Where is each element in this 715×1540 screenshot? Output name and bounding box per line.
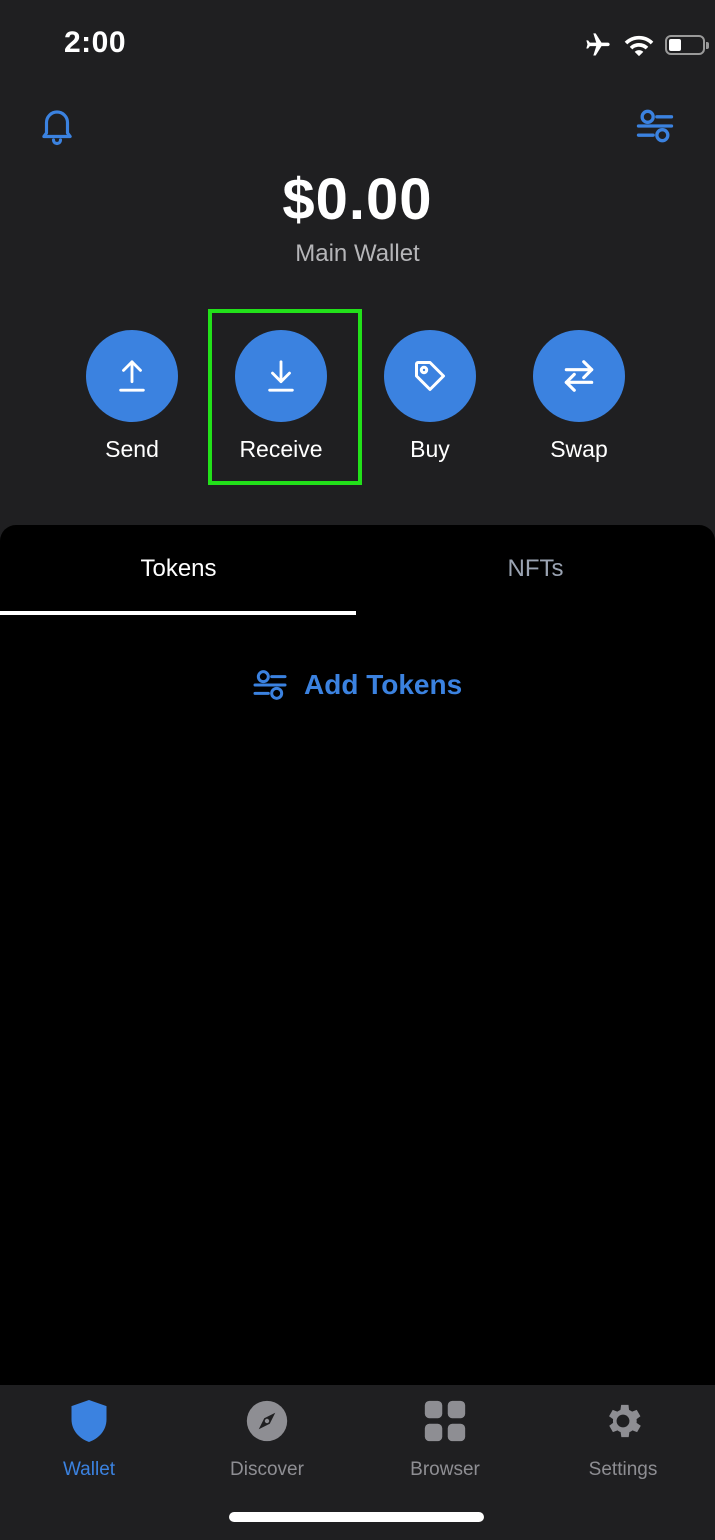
tabbar-label-discover: Discover bbox=[230, 1459, 304, 1480]
tab-nfts[interactable]: NFTs bbox=[357, 555, 714, 583]
send-label: Send bbox=[105, 436, 159, 462]
wallet-name[interactable]: Main Wallet bbox=[0, 240, 715, 268]
battery-level bbox=[669, 39, 681, 51]
home-indicator[interactable] bbox=[229, 1512, 484, 1522]
battery-icon bbox=[665, 35, 709, 55]
manage-tokens-filter-icon[interactable] bbox=[633, 104, 677, 148]
tab-tokens[interactable]: Tokens bbox=[0, 555, 357, 583]
arrow-up-icon bbox=[119, 360, 145, 392]
bottom-tab-bar: Wallet Discover Browser Settings bbox=[0, 1385, 715, 1540]
wifi-icon bbox=[624, 35, 654, 57]
status-icons bbox=[583, 30, 709, 60]
compass-icon bbox=[246, 1400, 288, 1442]
swap-button[interactable]: Swap bbox=[519, 330, 639, 463]
buy-label: Buy bbox=[410, 436, 450, 462]
assets-panel: Tokens NFTs Add Tokens bbox=[0, 525, 715, 1385]
shield-icon bbox=[71, 1400, 107, 1442]
grid-icon bbox=[424, 1400, 466, 1442]
notifications-bell-icon[interactable] bbox=[36, 104, 78, 148]
status-time: 2:00 bbox=[64, 26, 127, 59]
gear-icon bbox=[609, 1404, 641, 1438]
add-tokens-button[interactable]: Add Tokens bbox=[250, 665, 462, 705]
tabbar-label-wallet: Wallet bbox=[62, 1459, 116, 1480]
wallet-balance: $0.00 bbox=[282, 167, 433, 232]
tabbar-item-settings[interactable]: Settings bbox=[534, 1395, 712, 1481]
tabbar-label-browser: Browser bbox=[410, 1459, 480, 1480]
tabbar-label-settings: Settings bbox=[588, 1459, 658, 1480]
tabbar-item-discover[interactable]: Discover bbox=[178, 1395, 356, 1481]
swap-arrows-icon bbox=[564, 360, 594, 392]
airplane-icon bbox=[586, 33, 610, 56]
tabbar-item-wallet[interactable]: Wallet bbox=[0, 1395, 178, 1481]
swap-label: Swap bbox=[550, 436, 608, 462]
tab-active-indicator bbox=[0, 611, 356, 615]
wallet-header: 2:00 $0.00 Main Wallet Send Receive Buy … bbox=[0, 0, 715, 560]
tag-icon bbox=[415, 361, 445, 391]
tabbar-item-browser[interactable]: Browser bbox=[356, 1395, 534, 1481]
manage-tokens-filter-icon bbox=[253, 670, 287, 700]
buy-button[interactable]: Buy bbox=[370, 330, 490, 463]
add-tokens-label: Add Tokens bbox=[304, 669, 463, 700]
send-button[interactable]: Send bbox=[72, 330, 192, 463]
receive-highlight-box bbox=[208, 309, 362, 485]
